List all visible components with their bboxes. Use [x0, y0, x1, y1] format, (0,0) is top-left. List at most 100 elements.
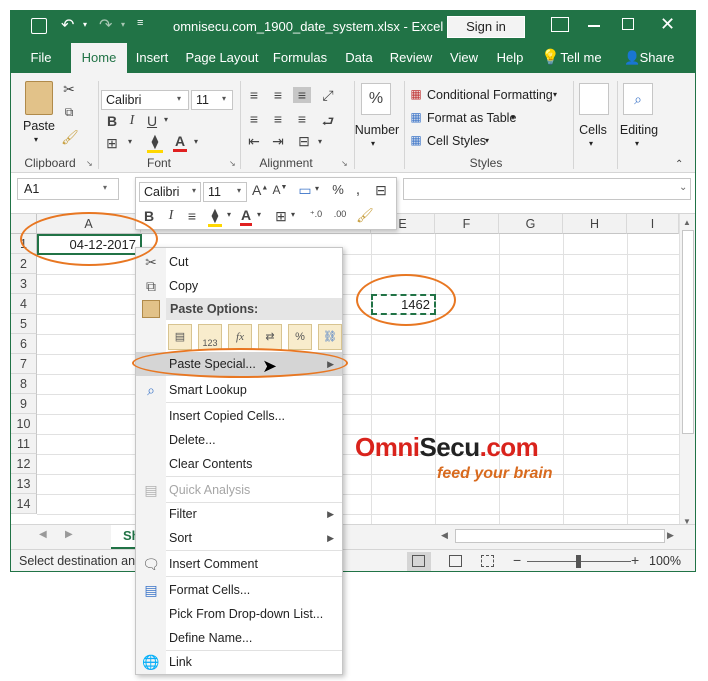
column-header-f[interactable]: F: [435, 214, 499, 234]
increase-font-icon[interactable]: A▲: [252, 182, 268, 198]
menu-item-define-name[interactable]: Define Name...: [136, 626, 342, 650]
paste-button[interactable]: Paste: [23, 119, 55, 133]
mini-size-dropdown-icon[interactable]: ▾: [237, 186, 241, 195]
column-header-h[interactable]: H: [563, 214, 627, 234]
cell-styles-dropdown-icon[interactable]: ▾: [485, 136, 489, 145]
percent-style-icon[interactable]: %: [330, 182, 346, 197]
scroll-up-icon[interactable]: ▲: [683, 218, 691, 227]
clipboard-launcher-icon[interactable]: ↘: [86, 159, 93, 168]
mini-bold-icon[interactable]: B: [142, 208, 156, 224]
editing-button[interactable]: Editing: [615, 123, 663, 137]
menu-item-copy[interactable]: ⧉ Copy: [136, 274, 342, 298]
collapse-ribbon-icon[interactable]: ⌃: [675, 159, 683, 170]
sheet-prev-icon[interactable]: ◀: [39, 529, 47, 540]
top-align-icon[interactable]: ≡: [245, 87, 263, 103]
mini-font-dropdown-icon[interactable]: ▾: [192, 186, 196, 195]
zoom-out-icon[interactable]: −: [513, 552, 521, 568]
menu-item-quick-analysis[interactable]: ▤ Quick Analysis: [136, 478, 342, 502]
menu-item-sort[interactable]: Sort ▶: [136, 526, 342, 550]
row-header[interactable]: 11: [11, 434, 37, 454]
undo-dropdown-icon[interactable]: ▾: [83, 20, 87, 29]
increase-decimal-icon[interactable]: ⁺.0: [306, 209, 326, 220]
menu-item-link[interactable]: 🌐 Link: [136, 650, 342, 674]
orientation-icon[interactable]: ⤢: [317, 87, 339, 104]
merge-dropdown-icon[interactable]: ▾: [315, 137, 325, 146]
format-painter-icon[interactable]: 🖌: [61, 129, 79, 146]
maximize-icon[interactable]: [622, 18, 634, 30]
align-left-icon[interactable]: ≡: [245, 111, 263, 127]
font-launcher-icon[interactable]: ↘: [229, 159, 236, 168]
menu-item-insert-comment[interactable]: 🗨 Insert Comment: [136, 552, 342, 576]
row-header[interactable]: 3: [11, 274, 37, 294]
tab-page-layout[interactable]: Page Layout: [183, 43, 261, 73]
decrease-font-icon[interactable]: A▼: [272, 183, 288, 197]
sign-in-button[interactable]: Sign in: [447, 16, 525, 38]
copy-icon[interactable]: ⧉: [61, 105, 77, 120]
horizontal-scroll-thumb[interactable]: [455, 529, 665, 543]
cell-styles-button[interactable]: Cell Styles: [427, 134, 486, 148]
mini-italic-icon[interactable]: I: [164, 208, 178, 224]
mini-borders-icon[interactable]: ⊞: [274, 208, 288, 225]
cells-dropdown-icon[interactable]: ▾: [589, 139, 593, 148]
tell-me-search[interactable]: Tell me: [559, 43, 603, 73]
zoom-in-icon[interactable]: +: [631, 552, 639, 568]
paste-dropdown-icon[interactable]: ▾: [34, 135, 38, 144]
row-header[interactable]: 14: [11, 494, 37, 514]
decrease-decimal-icon[interactable]: .00: [330, 209, 350, 219]
tab-data[interactable]: Data: [340, 43, 378, 73]
editing-dropdown-icon[interactable]: ▾: [635, 139, 639, 148]
font-color-icon[interactable]: A: [173, 133, 187, 152]
paste-values-icon[interactable]: 123: [198, 324, 222, 350]
row-header[interactable]: 2: [11, 254, 37, 274]
borders-dropdown-icon[interactable]: ▾: [125, 137, 135, 146]
conditional-formatting-button[interactable]: Conditional Formatting: [427, 88, 553, 102]
paste-link-icon[interactable]: ⛓: [318, 324, 342, 350]
expand-formula-icon[interactable]: ⌄: [679, 182, 687, 193]
accounting-dropdown-icon[interactable]: ▾: [312, 184, 322, 193]
row-header[interactable]: 7: [11, 354, 37, 374]
tab-view[interactable]: View: [445, 43, 483, 73]
vertical-scroll-thumb[interactable]: [682, 230, 694, 434]
share-button[interactable]: Share: [639, 43, 675, 73]
mini-font-color-dropdown-icon[interactable]: ▾: [254, 210, 264, 219]
row-header[interactable]: 13: [11, 474, 37, 494]
conditional-dropdown-icon[interactable]: ▾: [553, 90, 557, 99]
page-layout-view-icon[interactable]: [449, 555, 462, 567]
row-header[interactable]: 10: [11, 414, 37, 434]
row-header[interactable]: 12: [11, 454, 37, 474]
italic-icon[interactable]: I: [125, 113, 139, 129]
mini-fill-dropdown-icon[interactable]: ▾: [224, 210, 234, 219]
cells-icon[interactable]: [579, 83, 609, 115]
tab-review[interactable]: Review: [387, 43, 435, 73]
minimize-icon[interactable]: [588, 25, 600, 27]
paste-formatting-icon[interactable]: %: [288, 324, 312, 350]
bold-icon[interactable]: B: [105, 113, 119, 129]
wrap-text-icon[interactable]: ⮐: [317, 111, 339, 135]
save-icon[interactable]: [31, 18, 47, 34]
fill-color-icon[interactable]: ⧫: [147, 133, 163, 153]
mini-font-color-icon[interactable]: A: [240, 207, 252, 226]
customize-toolbar-icon[interactable]: ≡: [137, 17, 143, 29]
paste-formulas-icon[interactable]: fx: [228, 324, 252, 350]
middle-align-icon[interactable]: ≡: [269, 87, 287, 103]
increase-indent-icon[interactable]: ⇥: [269, 133, 287, 150]
row-header[interactable]: 6: [11, 334, 37, 354]
ribbon-display-icon[interactable]: [551, 17, 569, 32]
zoom-level[interactable]: 100%: [649, 554, 681, 568]
tab-file[interactable]: File: [23, 43, 59, 73]
sheet-next-icon[interactable]: ▶: [65, 529, 73, 540]
name-box-dropdown-icon[interactable]: ▾: [103, 183, 107, 192]
hscroll-left-icon[interactable]: ◀: [441, 530, 448, 541]
font-name-box[interactable]: Calibri: [101, 90, 189, 110]
font-name-dropdown-icon[interactable]: ▾: [177, 94, 181, 103]
percent-icon[interactable]: %: [361, 83, 391, 115]
formula-input[interactable]: [403, 178, 691, 200]
merge-center-icon[interactable]: ⊟: [293, 133, 315, 150]
merge-cells-icon[interactable]: ⊟: [372, 182, 390, 199]
redo-icon[interactable]: ↷: [99, 15, 112, 35]
comma-style-icon[interactable]: ,: [350, 181, 366, 198]
mini-fill-color-icon[interactable]: ⧫: [208, 207, 222, 227]
menu-item-filter[interactable]: Filter ▶: [136, 502, 342, 526]
mini-borders-dropdown-icon[interactable]: ▾: [288, 210, 298, 219]
menu-item-insert-copied-cells[interactable]: Insert Copied Cells...: [136, 404, 342, 428]
